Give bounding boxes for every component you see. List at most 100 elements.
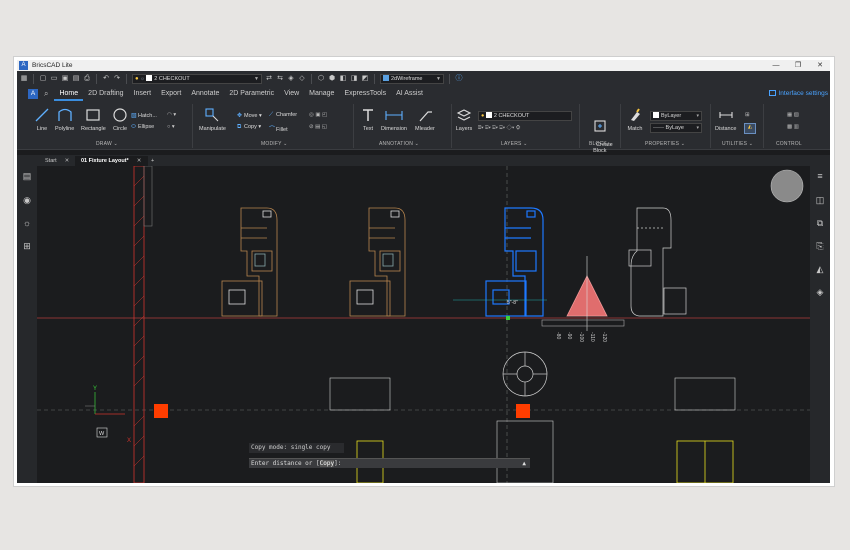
wall-column (143, 165, 153, 227)
save-icon[interactable]: ▣ (61, 75, 69, 83)
tab-view[interactable]: View (279, 86, 304, 101)
tab-insert[interactable]: Insert (129, 86, 157, 101)
panel-properties-title: PROPERTIES (645, 141, 680, 147)
chamfer-icon: ⟋ (269, 112, 274, 118)
shade-icon[interactable]: ◧ (339, 75, 347, 83)
expand-command-icon[interactable]: ▲ (522, 459, 526, 469)
properties-panel-icon[interactable]: ▤ (21, 170, 33, 182)
modify-extra-icons-row1[interactable]: ◎ ▣ ◰ (309, 112, 327, 118)
visibility-eye-icon[interactable]: ◉ (21, 194, 33, 206)
new-tab-button[interactable]: + (148, 156, 162, 166)
ribbon-layer-combo[interactable]: ● 2 CHECKOUT (478, 111, 572, 121)
tab-home[interactable]: Home (54, 86, 84, 101)
3d-box-icon[interactable]: ⬢ (328, 75, 336, 83)
visual-style-combo[interactable]: 2dWireframe ▼ (380, 73, 444, 84)
layer-off-icon[interactable]: ◈ (287, 75, 295, 83)
move-button[interactable]: ✥ Move ▾ (237, 112, 262, 119)
redo-icon[interactable]: ↷ (113, 75, 121, 83)
close-icon[interactable]: ✕ (65, 158, 70, 164)
command-prompt[interactable]: Enter distance or [Copy]: ▲ (249, 458, 530, 468)
tab-annotate[interactable]: Annotate (186, 86, 224, 101)
close-window-button[interactable]: ✕ (811, 60, 829, 71)
layer-previous-icon[interactable]: ⇆ (276, 75, 284, 83)
chevron-down-icon[interactable]: ⌄ (523, 141, 527, 147)
materials-gem-icon[interactable]: ◈ (814, 286, 826, 298)
ellipse-button[interactable]: ⬭ Ellipse (131, 124, 154, 131)
new-file-icon[interactable]: ▢ (39, 75, 47, 83)
undo-icon[interactable]: ↶ (102, 75, 110, 83)
close-icon[interactable]: ✕ (137, 158, 142, 164)
layer-match-icon[interactable]: ⇄ (265, 75, 273, 83)
polyline-button[interactable]: Polyline (55, 106, 74, 132)
help-icon[interactable]: ⓘ (455, 75, 463, 83)
circle-button[interactable]: Circle (111, 106, 129, 132)
interface-settings-link[interactable]: Interface settings (768, 86, 828, 101)
tab-export[interactable]: Export (156, 86, 186, 101)
render-icon[interactable]: ◨ (350, 75, 358, 83)
chevron-down-icon[interactable]: ⌄ (749, 141, 753, 147)
linetype-combo[interactable]: —— ByLaye ▾ (650, 123, 702, 133)
library-icon[interactable]: ◭ (814, 263, 826, 275)
app-logo-icon: A (19, 61, 28, 70)
layer-tools-row[interactable]: ⌸▾ ⌹▾ ⌺▾ ⌻▾ ◇▾ ⚙ (478, 125, 520, 132)
match-button[interactable]: Match (626, 106, 644, 132)
chevron-down-icon[interactable]: ⌄ (283, 141, 287, 147)
distance-button[interactable]: Distance (715, 106, 736, 132)
view-cube-icon[interactable]: ⬡ (317, 75, 325, 83)
copy-button[interactable]: ⧉ Copy ▾ (237, 124, 261, 131)
open-icon[interactable]: ▭ (50, 75, 58, 83)
chamfer-button[interactable]: ⟋ Chamfer (269, 112, 297, 119)
chevron-down-icon[interactable]: ⌄ (681, 141, 685, 147)
text-button[interactable]: Text (359, 106, 377, 132)
layers-panel-icon[interactable]: ◫ (814, 194, 826, 206)
chevron-down-icon[interactable]: ⌄ (113, 141, 117, 147)
fillet-button[interactable]: ⌒Fillet (269, 124, 288, 133)
create-block-icon (594, 120, 606, 132)
grid-icon[interactable]: ▦ (20, 75, 28, 83)
select-similar-button[interactable]: ◭ (744, 123, 756, 134)
create-block-button[interactable]: Create Block (587, 106, 613, 160)
line-button[interactable]: Line (33, 106, 51, 132)
layer-isolate-icon[interactable]: ◇ (298, 75, 306, 83)
arc-dropdown[interactable]: ◠ ▾ (167, 112, 176, 118)
drawing-canvas[interactable]: 5"-8" -80 -90 -100 -110 -120 Y X W (37, 165, 810, 483)
save-as-icon[interactable]: ▤ (72, 75, 80, 83)
layers-button[interactable]: Layers (455, 106, 473, 132)
manipulate-button[interactable]: Manipulate (199, 106, 226, 132)
layer-combo[interactable]: ● ☼ 2 CHECKOUT ▼ (132, 73, 262, 84)
control-icons-row2[interactable]: ▩ ▥ (787, 124, 799, 130)
command-option-copy[interactable]: Copy (319, 460, 335, 467)
doc-tab-start[interactable]: Start ✕ (39, 156, 75, 166)
doc-tab-fixture-layout[interactable]: 01 Fixture Layout* ✕ (75, 156, 148, 166)
color-combo[interactable]: ByLayer ▾ (650, 111, 702, 121)
material-icon[interactable]: ◩ (361, 75, 369, 83)
search-icon[interactable]: ⌕ (44, 89, 48, 99)
structure-tree-icon[interactable]: ⊞ (21, 240, 33, 252)
tab-ai-assist[interactable]: AI Assist (391, 86, 428, 101)
dimension-button[interactable]: Dimension (381, 106, 407, 132)
app-menu-icon[interactable]: A (28, 88, 38, 99)
control-icons-row1[interactable]: ▦ ▨ (787, 112, 799, 118)
mleader-button[interactable]: Mleader (415, 106, 435, 132)
tab-expresstools[interactable]: ExpressTools (339, 86, 391, 101)
match-label: Match (627, 126, 643, 132)
tab-2d-parametric[interactable]: 2D Parametric (224, 86, 279, 101)
utility-icon-1[interactable]: ⊞ (745, 112, 750, 118)
point-dropdown[interactable]: ○ ▾ (167, 124, 175, 130)
distance-icon (719, 112, 733, 118)
chevron-down-icon: ▼ (436, 75, 441, 82)
modify-extra-icons-row2[interactable]: ⊘ ▤ ◱ (309, 124, 327, 130)
blocks-panel-icon[interactable]: ⧉ (814, 217, 826, 229)
minimize-button[interactable]: — (767, 60, 785, 71)
tips-bulb-icon[interactable]: ☼ (21, 217, 33, 229)
print-icon[interactable]: ⎙ (83, 75, 91, 83)
hatch-button[interactable]: ▧Hatch... (131, 112, 157, 119)
attachments-icon[interactable]: ⎘ (814, 240, 826, 252)
chevron-down-icon[interactable]: ⌄ (609, 141, 613, 147)
settings-sliders-icon[interactable]: ≡ (814, 170, 826, 182)
rectangle-button[interactable]: Rectangle (81, 106, 106, 132)
chevron-down-icon[interactable]: ⌄ (415, 141, 419, 147)
tab-2d-drafting[interactable]: 2D Drafting (83, 86, 128, 101)
tab-manage[interactable]: Manage (304, 86, 339, 101)
maximize-button[interactable]: ❐ (789, 60, 807, 71)
